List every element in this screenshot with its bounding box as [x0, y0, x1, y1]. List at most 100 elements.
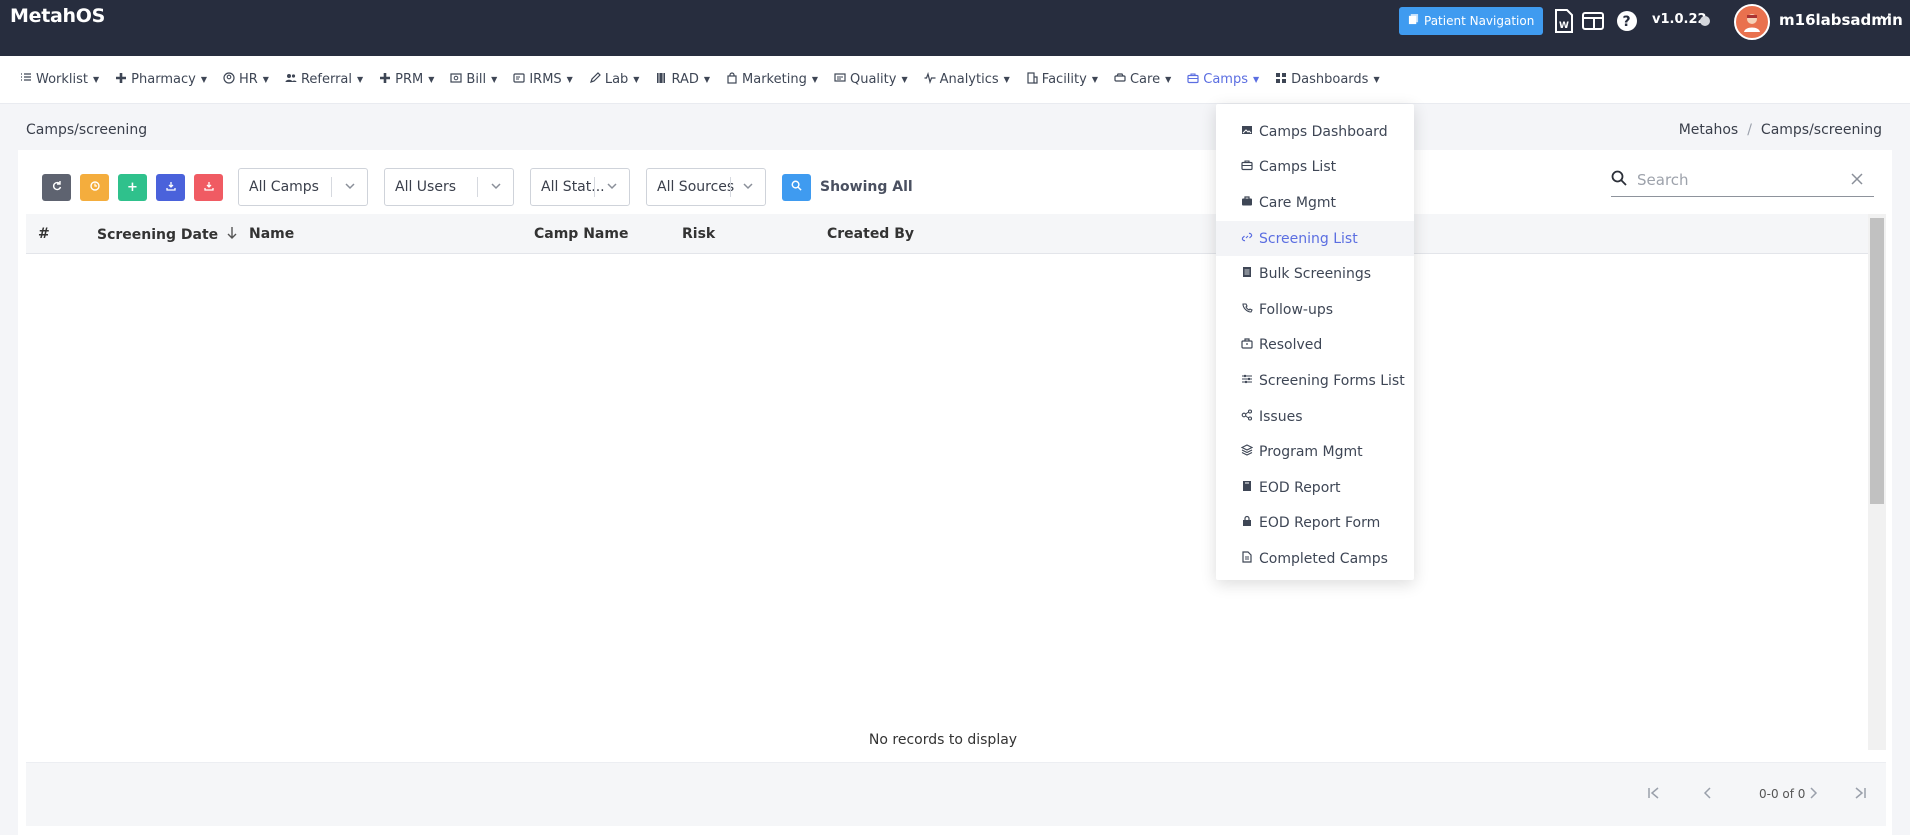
status-select-value: All Stat... — [541, 179, 605, 195]
window-icon[interactable] — [1580, 8, 1606, 34]
menu-item-label: Camps Dashboard — [1259, 123, 1388, 140]
image-icon — [1241, 124, 1253, 140]
first-page-icon[interactable] — [1646, 785, 1662, 805]
menu-item-label: Camps List — [1259, 159, 1337, 176]
svg-text:?: ? — [1623, 14, 1631, 30]
nav-item-marketing[interactable]: Marketing ▼ — [726, 71, 818, 88]
menu-item-label: Screening Forms List — [1259, 372, 1405, 389]
import-button[interactable] — [156, 173, 185, 201]
nav-item-quality[interactable]: Quality ▼ — [834, 72, 908, 88]
patient-navigation-label: Patient Navigation — [1424, 14, 1535, 28]
search-filter-button[interactable] — [782, 173, 811, 201]
sources-select-value: All Sources — [657, 179, 735, 195]
menu-item-label: Resolved — [1259, 337, 1323, 354]
caret-down-icon: ▼ — [1091, 75, 1098, 84]
nav-item-rad[interactable]: RAD ▼ — [655, 72, 710, 88]
export-button[interactable] — [194, 173, 223, 201]
nav-item-worklist[interactable]: Worklist ▼ — [20, 72, 99, 88]
nav-item-pharmacy[interactable]: Pharmacy ▼ — [115, 72, 207, 88]
menu-item-completed-camps[interactable]: Completed Camps — [1216, 541, 1414, 577]
refresh-button[interactable] — [42, 173, 71, 201]
bill-icon — [450, 72, 463, 88]
menu-item-screening-list[interactable]: Screening List — [1216, 220, 1414, 257]
nav-item-prm[interactable]: PRM ▼ — [379, 72, 434, 88]
menu-item-label: EOD Report — [1259, 479, 1341, 496]
bag-icon — [726, 71, 738, 88]
nav-item-label: Analytics — [939, 72, 999, 87]
close-icon[interactable] — [1850, 172, 1864, 190]
briefcase-filled-icon — [1241, 195, 1253, 211]
status-select[interactable]: All Stat... — [530, 168, 630, 206]
toolbar: + All Camps All Users All Stat... All So… — [42, 167, 913, 207]
camps-select[interactable]: All Camps — [238, 168, 368, 206]
caret-down-icon: ▼ — [811, 75, 818, 84]
sources-select[interactable]: All Sources — [646, 168, 766, 206]
previous-page-icon[interactable] — [1700, 785, 1716, 805]
nav-item-hr[interactable]: HR ▼ — [223, 71, 269, 88]
pagination-info: 0-0 of 0 — [1759, 787, 1806, 801]
caret-down-icon: ▼ — [200, 75, 207, 84]
menu-item-program-mgmt[interactable]: Program Mgmt — [1216, 434, 1414, 470]
nav-item-label: Referral — [300, 72, 352, 87]
caret-down-icon: ▼ — [428, 75, 435, 84]
breadcrumb-current: Camps/screening — [1760, 122, 1882, 138]
menu-item-care-mgmt[interactable]: Care Mgmt — [1216, 185, 1414, 221]
menu-item-issues[interactable]: Issues — [1216, 399, 1414, 435]
arrow-down-icon — [226, 226, 238, 244]
menu-item-eod-report-form[interactable]: EOD Report Form — [1216, 506, 1414, 542]
menu-item-follow-ups[interactable]: Follow-ups — [1216, 292, 1414, 328]
filter-button[interactable] — [80, 173, 109, 201]
caret-down-icon: ▼ — [1373, 75, 1380, 84]
column-header-camp-name[interactable]: Camp Name — [534, 226, 628, 242]
nav-item-analytics[interactable]: Analytics ▼ — [924, 71, 1010, 88]
download-icon — [165, 180, 176, 195]
search-input[interactable] — [1637, 171, 1827, 189]
nav-item-label: Care — [1129, 72, 1161, 87]
brand-logo[interactable]: MetahOS — [10, 5, 105, 27]
nav-item-care[interactable]: Care ▼ — [1114, 72, 1171, 88]
menu-item-camps-list[interactable]: Camps List — [1216, 150, 1414, 186]
column-header-created-by[interactable]: Created By — [827, 226, 914, 242]
nav-item-bill[interactable]: Bill ▼ — [450, 72, 497, 88]
caret-down-icon: ▼ — [1165, 75, 1172, 84]
nav-item-camps[interactable]: Camps ▼ — [1187, 72, 1259, 88]
menu-item-resolved[interactable]: Resolved — [1216, 328, 1414, 364]
caret-down-icon: ▼ — [703, 75, 711, 84]
avatar[interactable] — [1734, 4, 1770, 40]
file-icon — [1241, 551, 1253, 567]
nav-item-label: Marketing — [742, 72, 807, 87]
menu-item-bulk-screenings[interactable]: Bulk Screenings — [1216, 256, 1414, 292]
breadcrumb-home[interactable]: Metahos — [1679, 122, 1739, 138]
users-select-value: All Users — [395, 179, 457, 195]
menu-item-screening-forms-list[interactable]: Screening Forms List — [1216, 363, 1414, 399]
word-document-icon[interactable]: W — [1551, 8, 1577, 34]
menu-item-label: Issues — [1259, 408, 1303, 425]
nav-item-lab[interactable]: Lab ▼ — [589, 71, 639, 88]
camps-dropdown-menu: Camps Dashboard Camps List Care Mgmt Screen… — [1216, 104, 1414, 580]
book-icon — [1241, 480, 1253, 496]
next-page-icon[interactable] — [1805, 785, 1821, 805]
menu-item-eod-report[interactable]: EOD Report — [1216, 470, 1414, 506]
add-button[interactable]: + — [118, 173, 147, 201]
nav-item-label: PRM — [395, 72, 424, 87]
nav-item-facility[interactable]: Facility ▼ — [1026, 71, 1098, 88]
scrollbar-thumb[interactable] — [1870, 218, 1884, 504]
users-select[interactable]: All Users — [384, 168, 514, 206]
film-icon — [655, 72, 667, 88]
help-icon[interactable]: ? — [1614, 8, 1640, 34]
last-page-icon[interactable] — [1852, 785, 1868, 805]
column-header-screening-date[interactable]: Screening Date — [97, 226, 238, 244]
plus-icon — [115, 72, 127, 88]
column-header-name[interactable]: Name — [249, 226, 294, 242]
nav-item-dashboards[interactable]: Dashboards ▼ — [1275, 72, 1380, 88]
refresh-icon — [52, 180, 62, 195]
nav-item-referral[interactable]: Referral ▼ — [285, 72, 363, 88]
menu-item-label: Program Mgmt — [1259, 444, 1363, 461]
column-header-index[interactable]: # — [38, 226, 50, 242]
nav-item-irms[interactable]: IRMS ▼ — [513, 72, 573, 88]
camps-select-value: All Camps — [249, 179, 319, 195]
chevron-down-icon[interactable] — [1880, 12, 1890, 27]
column-header-risk[interactable]: Risk — [682, 226, 715, 242]
menu-item-camps-dashboard[interactable]: Camps Dashboard — [1216, 114, 1414, 150]
patient-navigation-button[interactable]: Patient Navigation — [1399, 7, 1544, 35]
